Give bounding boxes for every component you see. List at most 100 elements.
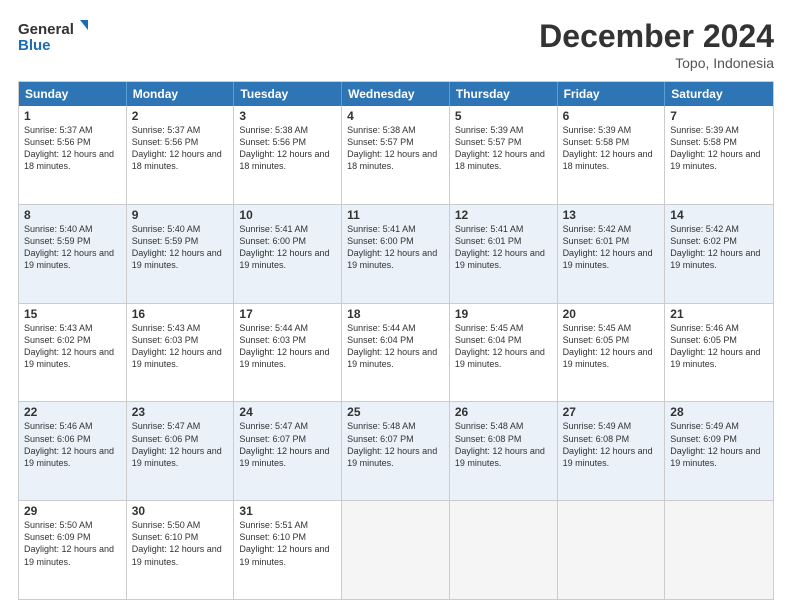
day-number: 23	[132, 405, 229, 419]
cal-cell-2-0: 15 Sunrise: 5:43 AMSunset: 6:02 PMDaylig…	[19, 304, 127, 402]
day-number: 25	[347, 405, 444, 419]
day-number: 11	[347, 208, 444, 222]
day-number: 27	[563, 405, 660, 419]
day-number: 2	[132, 109, 229, 123]
cal-cell-3-5: 27 Sunrise: 5:49 AMSunset: 6:08 PMDaylig…	[558, 402, 666, 500]
cal-cell-3-3: 25 Sunrise: 5:48 AMSunset: 6:07 PMDaylig…	[342, 402, 450, 500]
cal-cell-4-2: 31 Sunrise: 5:51 AMSunset: 6:10 PMDaylig…	[234, 501, 342, 599]
day-number: 26	[455, 405, 552, 419]
day-number: 30	[132, 504, 229, 518]
day-number: 3	[239, 109, 336, 123]
header-day-monday: Monday	[127, 82, 235, 106]
header-day-friday: Friday	[558, 82, 666, 106]
header-day-saturday: Saturday	[665, 82, 773, 106]
cell-info: Sunrise: 5:48 AMSunset: 6:07 PMDaylight:…	[347, 421, 437, 467]
cal-cell-3-0: 22 Sunrise: 5:46 AMSunset: 6:06 PMDaylig…	[19, 402, 127, 500]
day-number: 13	[563, 208, 660, 222]
cal-cell-3-1: 23 Sunrise: 5:47 AMSunset: 6:06 PMDaylig…	[127, 402, 235, 500]
cell-info: Sunrise: 5:40 AMSunset: 5:59 PMDaylight:…	[132, 224, 222, 270]
cell-info: Sunrise: 5:46 AMSunset: 6:06 PMDaylight:…	[24, 421, 114, 467]
cell-info: Sunrise: 5:45 AMSunset: 6:04 PMDaylight:…	[455, 323, 545, 369]
cal-cell-4-5	[558, 501, 666, 599]
cell-info: Sunrise: 5:41 AMSunset: 6:01 PMDaylight:…	[455, 224, 545, 270]
week-row-1: 1 Sunrise: 5:37 AMSunset: 5:56 PMDayligh…	[19, 106, 773, 204]
day-number: 29	[24, 504, 121, 518]
cell-info: Sunrise: 5:50 AMSunset: 6:09 PMDaylight:…	[24, 520, 114, 566]
cal-cell-2-5: 20 Sunrise: 5:45 AMSunset: 6:05 PMDaylig…	[558, 304, 666, 402]
cell-info: Sunrise: 5:48 AMSunset: 6:08 PMDaylight:…	[455, 421, 545, 467]
day-number: 12	[455, 208, 552, 222]
cal-cell-4-4	[450, 501, 558, 599]
month-title: December 2024	[539, 18, 774, 55]
cal-cell-1-4: 12 Sunrise: 5:41 AMSunset: 6:01 PMDaylig…	[450, 205, 558, 303]
header-day-tuesday: Tuesday	[234, 82, 342, 106]
cal-cell-4-0: 29 Sunrise: 5:50 AMSunset: 6:09 PMDaylig…	[19, 501, 127, 599]
cal-cell-0-3: 4 Sunrise: 5:38 AMSunset: 5:57 PMDayligh…	[342, 106, 450, 204]
cal-cell-4-1: 30 Sunrise: 5:50 AMSunset: 6:10 PMDaylig…	[127, 501, 235, 599]
cal-cell-0-0: 1 Sunrise: 5:37 AMSunset: 5:56 PMDayligh…	[19, 106, 127, 204]
cell-info: Sunrise: 5:38 AMSunset: 5:57 PMDaylight:…	[347, 125, 437, 171]
week-row-2: 8 Sunrise: 5:40 AMSunset: 5:59 PMDayligh…	[19, 204, 773, 303]
cell-info: Sunrise: 5:47 AMSunset: 6:07 PMDaylight:…	[239, 421, 329, 467]
cell-info: Sunrise: 5:39 AMSunset: 5:58 PMDaylight:…	[563, 125, 653, 171]
svg-text:Blue: Blue	[18, 37, 51, 54]
header-day-sunday: Sunday	[19, 82, 127, 106]
page: General Blue December 2024 Topo, Indones…	[0, 0, 792, 612]
cell-info: Sunrise: 5:37 AMSunset: 5:56 PMDaylight:…	[24, 125, 114, 171]
cal-cell-1-1: 9 Sunrise: 5:40 AMSunset: 5:59 PMDayligh…	[127, 205, 235, 303]
cal-cell-2-3: 18 Sunrise: 5:44 AMSunset: 6:04 PMDaylig…	[342, 304, 450, 402]
day-number: 14	[670, 208, 768, 222]
cal-cell-1-5: 13 Sunrise: 5:42 AMSunset: 6:01 PMDaylig…	[558, 205, 666, 303]
svg-text:General: General	[18, 21, 74, 38]
day-number: 16	[132, 307, 229, 321]
general-blue-logo-icon: General Blue	[18, 18, 88, 56]
day-number: 6	[563, 109, 660, 123]
cal-cell-3-4: 26 Sunrise: 5:48 AMSunset: 6:08 PMDaylig…	[450, 402, 558, 500]
cal-cell-1-3: 11 Sunrise: 5:41 AMSunset: 6:00 PMDaylig…	[342, 205, 450, 303]
cal-cell-0-5: 6 Sunrise: 5:39 AMSunset: 5:58 PMDayligh…	[558, 106, 666, 204]
location: Topo, Indonesia	[539, 55, 774, 71]
cell-info: Sunrise: 5:42 AMSunset: 6:01 PMDaylight:…	[563, 224, 653, 270]
day-number: 22	[24, 405, 121, 419]
cell-info: Sunrise: 5:43 AMSunset: 6:03 PMDaylight:…	[132, 323, 222, 369]
cell-info: Sunrise: 5:47 AMSunset: 6:06 PMDaylight:…	[132, 421, 222, 467]
day-number: 31	[239, 504, 336, 518]
cal-cell-0-1: 2 Sunrise: 5:37 AMSunset: 5:56 PMDayligh…	[127, 106, 235, 204]
cal-cell-2-1: 16 Sunrise: 5:43 AMSunset: 6:03 PMDaylig…	[127, 304, 235, 402]
cal-cell-4-6	[665, 501, 773, 599]
cal-cell-0-2: 3 Sunrise: 5:38 AMSunset: 5:56 PMDayligh…	[234, 106, 342, 204]
calendar-header-row: SundayMondayTuesdayWednesdayThursdayFrid…	[19, 82, 773, 106]
cell-info: Sunrise: 5:40 AMSunset: 5:59 PMDaylight:…	[24, 224, 114, 270]
cell-info: Sunrise: 5:51 AMSunset: 6:10 PMDaylight:…	[239, 520, 329, 566]
cal-cell-1-2: 10 Sunrise: 5:41 AMSunset: 6:00 PMDaylig…	[234, 205, 342, 303]
day-number: 24	[239, 405, 336, 419]
day-number: 19	[455, 307, 552, 321]
cal-cell-2-2: 17 Sunrise: 5:44 AMSunset: 6:03 PMDaylig…	[234, 304, 342, 402]
cal-cell-3-6: 28 Sunrise: 5:49 AMSunset: 6:09 PMDaylig…	[665, 402, 773, 500]
cal-cell-0-4: 5 Sunrise: 5:39 AMSunset: 5:57 PMDayligh…	[450, 106, 558, 204]
cal-cell-1-0: 8 Sunrise: 5:40 AMSunset: 5:59 PMDayligh…	[19, 205, 127, 303]
cell-info: Sunrise: 5:42 AMSunset: 6:02 PMDaylight:…	[670, 224, 760, 270]
day-number: 20	[563, 307, 660, 321]
cell-info: Sunrise: 5:50 AMSunset: 6:10 PMDaylight:…	[132, 520, 222, 566]
cal-cell-4-3	[342, 501, 450, 599]
cell-info: Sunrise: 5:44 AMSunset: 6:03 PMDaylight:…	[239, 323, 329, 369]
day-number: 10	[239, 208, 336, 222]
day-number: 7	[670, 109, 768, 123]
day-number: 9	[132, 208, 229, 222]
cell-info: Sunrise: 5:38 AMSunset: 5:56 PMDaylight:…	[239, 125, 329, 171]
cell-info: Sunrise: 5:49 AMSunset: 6:08 PMDaylight:…	[563, 421, 653, 467]
cell-info: Sunrise: 5:37 AMSunset: 5:56 PMDaylight:…	[132, 125, 222, 171]
day-number: 5	[455, 109, 552, 123]
cell-info: Sunrise: 5:44 AMSunset: 6:04 PMDaylight:…	[347, 323, 437, 369]
day-number: 21	[670, 307, 768, 321]
cal-cell-2-6: 21 Sunrise: 5:46 AMSunset: 6:05 PMDaylig…	[665, 304, 773, 402]
cal-cell-1-6: 14 Sunrise: 5:42 AMSunset: 6:02 PMDaylig…	[665, 205, 773, 303]
cell-info: Sunrise: 5:41 AMSunset: 6:00 PMDaylight:…	[347, 224, 437, 270]
header-day-thursday: Thursday	[450, 82, 558, 106]
calendar: SundayMondayTuesdayWednesdayThursdayFrid…	[18, 81, 774, 600]
cell-info: Sunrise: 5:41 AMSunset: 6:00 PMDaylight:…	[239, 224, 329, 270]
cell-info: Sunrise: 5:43 AMSunset: 6:02 PMDaylight:…	[24, 323, 114, 369]
calendar-body: 1 Sunrise: 5:37 AMSunset: 5:56 PMDayligh…	[19, 106, 773, 599]
cal-cell-0-6: 7 Sunrise: 5:39 AMSunset: 5:58 PMDayligh…	[665, 106, 773, 204]
